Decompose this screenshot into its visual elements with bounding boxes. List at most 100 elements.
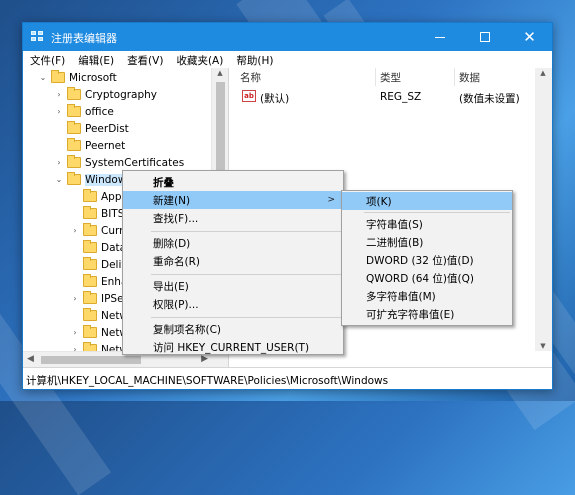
menu-edit[interactable]: 编辑(E) xyxy=(71,51,120,68)
tree-item-label: BITS xyxy=(101,207,125,220)
value-name: (默认) xyxy=(260,93,290,105)
submenu-item-multi-string-value[interactable]: 多字符串值(M) xyxy=(342,287,512,305)
tree-item-currentversion[interactable]: › Curre xyxy=(69,222,130,239)
value-data: (数值未设置) xyxy=(459,93,520,105)
expand-arrow-icon[interactable]: › xyxy=(53,158,65,167)
menu-item-copy-key-name[interactable]: 复制项名称(C) xyxy=(123,320,343,338)
column-header-type[interactable]: 类型 xyxy=(380,70,401,85)
menu-help[interactable]: 帮助(H) xyxy=(229,51,279,68)
column-header-data[interactable]: 数据 xyxy=(459,70,480,85)
tree-item-cryptography[interactable]: › Cryptography xyxy=(53,86,157,103)
tree-item-label: Microsoft xyxy=(69,71,117,84)
status-bar: 计算机\HKEY_LOCAL_MACHINE\SOFTWARE\Policies… xyxy=(23,367,552,389)
tree-item-label: PeerDist xyxy=(85,122,129,135)
folder-icon xyxy=(67,104,81,117)
window-title: 注册表编辑器 xyxy=(51,32,117,45)
folder-icon xyxy=(83,189,97,202)
folder-icon xyxy=(83,274,97,287)
registry-path: 计算机\HKEY_LOCAL_MACHINE\SOFTWARE\Policies… xyxy=(26,375,389,387)
tree-item-label: SystemCertificates xyxy=(85,156,185,169)
tree-item-peerdist[interactable]: PeerDist xyxy=(53,120,129,137)
folder-icon xyxy=(51,70,65,83)
expand-arrow-icon[interactable]: › xyxy=(69,328,81,337)
string-value-icon: ab xyxy=(242,90,256,102)
tree-item-data[interactable]: Data xyxy=(69,239,126,256)
folder-icon xyxy=(67,138,81,151)
registry-app-icon xyxy=(31,31,45,43)
menu-item-rename[interactable]: 重命名(R) xyxy=(123,252,343,270)
menu-bar: 文件(F) 编辑(E) 查看(V) 收藏夹(A) 帮助(H) xyxy=(23,51,552,68)
column-header-name[interactable]: 名称 xyxy=(240,70,261,85)
collapse-arrow-icon[interactable]: ⌄ xyxy=(37,73,49,82)
menu-view[interactable]: 查看(V) xyxy=(120,51,169,68)
minimize-icon xyxy=(434,36,445,38)
list-vertical-scrollbar[interactable]: ▲ ▼ xyxy=(535,68,552,351)
tree-item-enhanced[interactable]: Enha xyxy=(69,273,127,290)
tree-item-bits[interactable]: BITS xyxy=(69,205,124,222)
folder-icon xyxy=(67,87,81,100)
menu-separator xyxy=(364,212,510,213)
collapse-arrow-icon[interactable]: ⌄ xyxy=(53,175,65,184)
close-button[interactable]: ✕ xyxy=(507,23,552,51)
menu-separator xyxy=(151,231,341,232)
menu-item-delete[interactable]: 删除(D) xyxy=(123,234,343,252)
scroll-thumb[interactable] xyxy=(216,82,225,172)
menu-item-goto-hkcu[interactable]: 访问 HKEY_CURRENT_USER(T) xyxy=(123,338,343,356)
minimize-button[interactable] xyxy=(417,23,462,51)
menu-item-label: 新建(N) xyxy=(153,194,191,207)
menu-item-permissions[interactable]: 权限(P)... xyxy=(123,295,343,313)
folder-icon xyxy=(83,223,97,236)
submenu-item-expandable-string-value[interactable]: 可扩充字符串值(E) xyxy=(342,305,512,323)
tree-item-appx[interactable]: Appx xyxy=(69,188,128,205)
tree-item-office[interactable]: › office xyxy=(53,103,114,120)
tree-item-network-1[interactable]: Netw xyxy=(69,307,128,324)
folder-icon xyxy=(67,121,81,134)
tree-item-ipsec[interactable]: › IPSec xyxy=(69,290,129,307)
expand-arrow-icon[interactable]: › xyxy=(69,226,81,235)
title-bar[interactable]: 注册表编辑器 ✕ xyxy=(23,23,552,51)
folder-icon xyxy=(83,291,97,304)
menu-separator xyxy=(151,317,341,318)
tree-item-label: office xyxy=(85,105,114,118)
scroll-down-icon[interactable]: ▼ xyxy=(535,342,551,350)
table-row[interactable]: ab (默认) REG_SZ (数值未设置) xyxy=(230,88,532,105)
tree-item-peernet[interactable]: Peernet xyxy=(53,137,125,154)
menu-item-collapse[interactable]: 折叠 xyxy=(123,173,343,191)
folder-icon xyxy=(83,325,97,338)
expand-arrow-icon[interactable]: › xyxy=(69,294,81,303)
submenu-item-qword-value[interactable]: QWORD (64 位)值(Q) xyxy=(342,269,512,287)
menu-file[interactable]: 文件(F) xyxy=(23,51,71,68)
tree-item-systemcertificates[interactable]: › SystemCertificates xyxy=(53,154,184,171)
maximize-icon xyxy=(479,32,490,42)
scroll-up-icon[interactable]: ▲ xyxy=(535,69,551,77)
folder-icon xyxy=(67,172,81,185)
menu-separator xyxy=(151,274,341,275)
expand-arrow-icon[interactable]: › xyxy=(53,90,65,99)
tree-item-label: Window xyxy=(85,173,127,186)
submenu-arrow-icon: > xyxy=(327,195,335,205)
new-submenu: 项(K) 字符串值(S) 二进制值(B) DWORD (32 位)值(D) QW… xyxy=(341,190,513,326)
submenu-item-binary-value[interactable]: 二进制值(B) xyxy=(342,233,512,251)
expand-arrow-icon[interactable]: › xyxy=(53,107,65,116)
scroll-left-icon[interactable]: ◀ xyxy=(27,354,34,364)
context-menu: 折叠 新建(N) > 查找(F)... 删除(D) 重命名(R) 导出(E) 权… xyxy=(122,170,344,355)
submenu-item-key[interactable]: 项(K) xyxy=(342,192,512,210)
menu-item-new[interactable]: 新建(N) > xyxy=(123,191,343,209)
folder-icon xyxy=(83,257,97,270)
maximize-button[interactable] xyxy=(462,23,507,51)
scroll-up-icon[interactable]: ▲ xyxy=(212,69,228,81)
menu-item-find[interactable]: 查找(F)... xyxy=(123,209,343,227)
value-type: REG_SZ xyxy=(380,91,422,103)
folder-icon xyxy=(83,240,97,253)
scroll-thumb[interactable] xyxy=(41,356,141,364)
tree-item-network-2[interactable]: › Netw xyxy=(69,324,128,341)
folder-icon xyxy=(67,155,81,168)
tree-item-delivery[interactable]: Deliv xyxy=(69,256,128,273)
menu-item-export[interactable]: 导出(E) xyxy=(123,277,343,295)
submenu-item-string-value[interactable]: 字符串值(S) xyxy=(342,215,512,233)
close-icon: ✕ xyxy=(523,27,536,46)
submenu-item-dword-value[interactable]: DWORD (32 位)值(D) xyxy=(342,251,512,269)
tree-item-microsoft[interactable]: ⌄ Microsoft xyxy=(37,69,117,86)
menu-favorites[interactable]: 收藏夹(A) xyxy=(169,51,229,68)
tree-item-windows[interactable]: ⌄ Window xyxy=(53,171,127,188)
